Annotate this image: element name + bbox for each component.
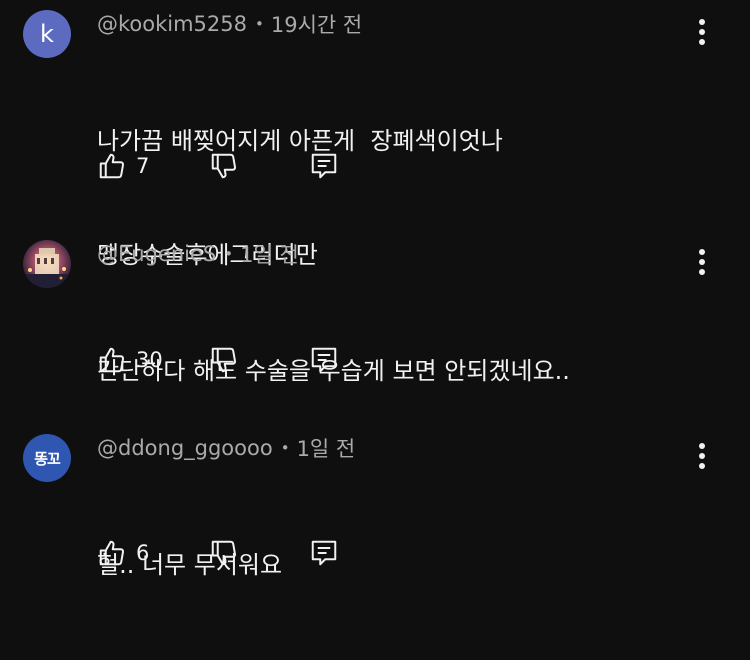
- meta-separator: •: [280, 439, 290, 457]
- more-options-button[interactable]: [688, 242, 716, 282]
- reply-button[interactable]: [308, 150, 340, 182]
- meta-separator: •: [255, 15, 264, 33]
- more-options-button[interactable]: [688, 12, 716, 52]
- meta-separator: •: [224, 245, 234, 263]
- avatar[interactable]: k: [23, 10, 71, 58]
- avatar[interactable]: 똥꼬: [23, 434, 71, 482]
- timestamp[interactable]: 1일 전: [297, 433, 356, 463]
- comment: 똥꼬 @ddong_ggoooo • 1일 전 헐.. 너무 무서워요 6: [0, 434, 750, 584]
- comment-actions: 7: [96, 149, 337, 183]
- reply-button[interactable]: [308, 344, 340, 376]
- comment-meta: @EugenieS • 1일 전: [97, 240, 299, 268]
- thumbs-down-icon: [211, 153, 237, 179]
- avatar-text: 똥꼬: [34, 449, 61, 468]
- dislike-button[interactable]: [208, 537, 240, 569]
- like-count: 6: [136, 541, 150, 565]
- author-name[interactable]: @ddong_ggoooo: [97, 436, 273, 460]
- like-button[interactable]: [96, 150, 128, 182]
- thumbs-down-icon: [211, 540, 237, 566]
- profile-photo: [23, 240, 71, 288]
- more-vert-icon: [699, 19, 705, 45]
- comment-actions: 30: [96, 343, 337, 377]
- comment: k @kookim5258 • 19시간 전 나가끔 배찢어지게 아픈게 장폐색…: [0, 10, 750, 269]
- timestamp[interactable]: 1일 전: [240, 239, 299, 269]
- more-vert-icon: [699, 443, 705, 469]
- reply-icon: [311, 347, 337, 373]
- thumbs-up-icon: [99, 347, 125, 373]
- reply-icon: [311, 153, 337, 179]
- reply-button[interactable]: [308, 537, 340, 569]
- author-name[interactable]: @kookim5258: [97, 12, 247, 36]
- dislike-button[interactable]: [208, 150, 240, 182]
- like-count: 7: [136, 154, 150, 178]
- reply-icon: [311, 540, 337, 566]
- avatar-letter: k: [40, 20, 54, 48]
- more-options-button[interactable]: [688, 436, 716, 476]
- thumbs-down-icon: [211, 347, 237, 373]
- dislike-button[interactable]: [208, 344, 240, 376]
- timestamp[interactable]: 19시간 전: [271, 9, 362, 39]
- comment-meta: @kookim5258 • 19시간 전: [97, 10, 362, 38]
- more-vert-icon: [699, 249, 705, 275]
- like-count: 30: [136, 348, 163, 372]
- comment-actions: 6: [96, 536, 337, 570]
- comment: @EugenieS • 1일 전 간단하다 해도 수술을 우습게 보면 안되겠네…: [0, 240, 750, 390]
- author-name[interactable]: @EugenieS: [97, 242, 216, 266]
- avatar[interactable]: [23, 240, 71, 288]
- comment-meta: @ddong_ggoooo • 1일 전: [97, 434, 355, 462]
- like-button[interactable]: [96, 344, 128, 376]
- thumbs-up-icon: [99, 153, 125, 179]
- thumbs-up-icon: [99, 540, 125, 566]
- like-button[interactable]: [96, 537, 128, 569]
